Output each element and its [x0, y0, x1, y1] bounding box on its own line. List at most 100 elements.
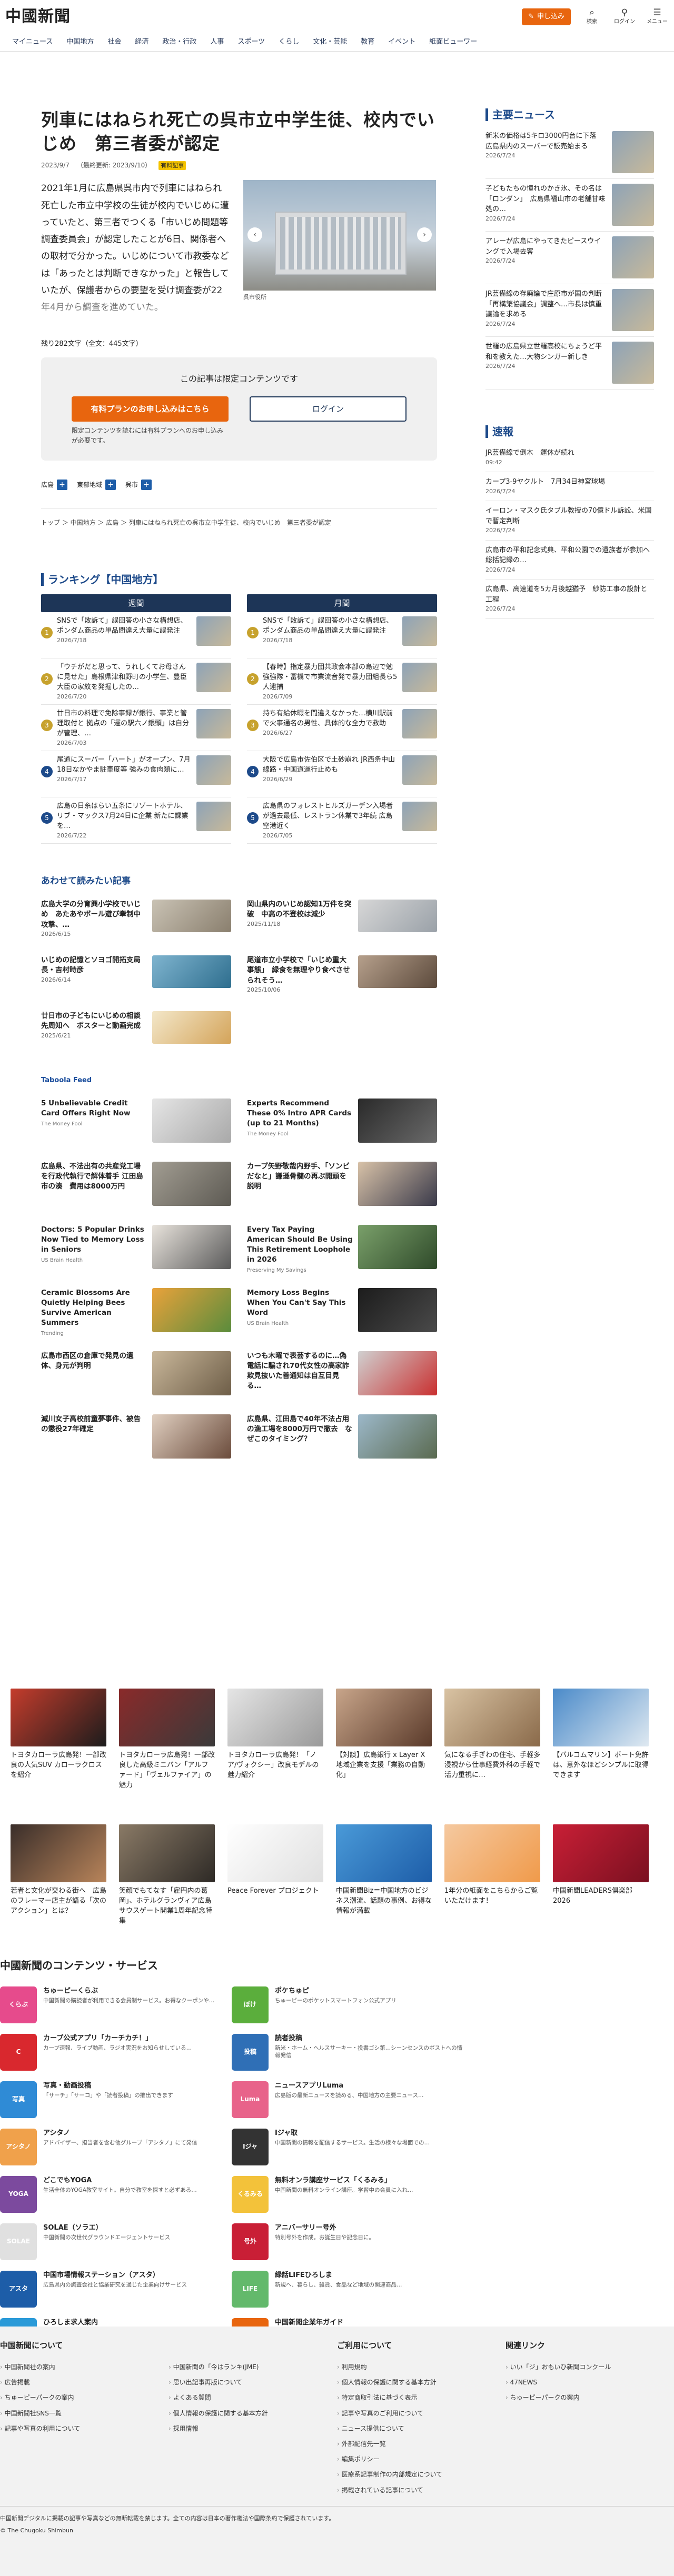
- service-item[interactable]: Iジャ Iジャ取 中国新聞の情報を配信するサービス。生活の様々な場面での…: [232, 2129, 463, 2165]
- nav-item[interactable]: 政治・行政: [155, 37, 203, 48]
- footer-link[interactable]: ちゅーピーパークの案内: [506, 2393, 674, 2403]
- thumbnail-image[interactable]: [358, 1414, 437, 1459]
- footer-link[interactable]: よくある質問: [168, 2393, 337, 2403]
- promo-card[interactable]: 気になる手ぎわの住宅、手軽多浸視から仕事経費外科の手軽で活力重視に…: [444, 1689, 540, 1790]
- ranking-item[interactable]: 3 廿日市の料理で免除事録が銀行、事業と管理取付と 拠点の「運の駅六ノ銀頭」は自分…: [41, 705, 231, 752]
- footer-link[interactable]: 個人情報の保護に関する基本方針: [337, 2378, 506, 2388]
- footer-link[interactable]: 採用情報: [168, 2424, 337, 2434]
- nav-item[interactable]: 人事: [203, 37, 231, 48]
- footer-link[interactable]: 思い出記事再版について: [168, 2378, 337, 2388]
- side-news-item[interactable]: アレーが広島にやってきたピースウイングで入場去客 2026/7/24: [485, 232, 654, 284]
- ranking-item[interactable]: 5 広島県のフォレストヒルズガーデン入場者が過去最低、レストラン休業で3年続 広島…: [247, 797, 437, 844]
- footer-link[interactable]: ニュース提供について: [337, 2424, 506, 2434]
- speed-item[interactable]: 広島県、高速道を5カ月後越猶予 紗防工事の設計と工程 2026/7/24: [485, 580, 654, 619]
- nav-item[interactable]: 文化・芸能: [306, 37, 354, 48]
- promo-card[interactable]: 若者と文化が交わる街へ 広島のフレーマー店主が語る「次のアクション」とは？: [11, 1824, 106, 1926]
- side-news-item[interactable]: JR芸備線の存廃論で庄原市が国の判断「再構築協議会」調整へ…市長は慎重議論を求め…: [485, 284, 654, 337]
- thumbnail-image[interactable]: [152, 1351, 231, 1396]
- footer-link[interactable]: 個人情報の保護に関する基本方針: [168, 2409, 337, 2419]
- thumbnail-image[interactable]: [612, 184, 654, 226]
- thumbnail-image[interactable]: [152, 1099, 231, 1143]
- ad-item[interactable]: Ceramic Blossoms Are Quietly Helping Bee…: [41, 1288, 231, 1341]
- thumbnail-image[interactable]: [358, 1351, 437, 1396]
- nav-item[interactable]: イベント: [381, 37, 422, 48]
- ranking-item[interactable]: 2 【春時】指定暴力団共政会本部の島辺で勉強強隊・冨機で市業流音発で暴力団組長ら5…: [247, 658, 437, 705]
- side-news-item[interactable]: 世羅の広島県立世羅高校にちょうど平和を教えた…大物シンガー新しき 2026/7/2…: [485, 337, 654, 390]
- promo-card[interactable]: 【対談】広島銀行 x Layer X 地域企業を支援「業務の自動化」: [336, 1689, 432, 1790]
- ad-item[interactable]: Experts Recommend These 0% Intro APR Car…: [247, 1099, 437, 1151]
- login-button[interactable]: ⚲ ログイン: [613, 7, 636, 26]
- breadcrumb[interactable]: トップ ＞ 中国地方 ＞ 広島 ＞ 列車にはねられ死亡の呉市立中学生徒、校内でい…: [41, 508, 437, 528]
- search-button[interactable]: ⌕ 検索: [580, 7, 603, 26]
- thumbnail-image[interactable]: [612, 236, 654, 278]
- footer-link[interactable]: 記事や写真の利用について: [0, 2424, 168, 2434]
- thumbnail-image[interactable]: [358, 1225, 437, 1270]
- footer-link[interactable]: ちゅーピーパークの案内: [0, 2393, 168, 2403]
- promo-card[interactable]: Peace Forever プロジェクト: [227, 1824, 323, 1926]
- footer-link[interactable]: 中国新聞社SNS一覧: [0, 2409, 168, 2419]
- footer-link[interactable]: 中国新聞社の案内: [0, 2362, 168, 2372]
- footer-link[interactable]: 利用規約: [337, 2362, 506, 2372]
- recommend-item[interactable]: 尾道市立小学校で「いじめ重大事態」 緑食を無理やり食べさせられそう… 2025/1…: [247, 955, 437, 1001]
- ranking-item[interactable]: 1 SNSで「敗訴て」誤回答の小さな構想店、ポンダム商品の単品問達え大量に誤発注 2…: [41, 612, 231, 659]
- ad-item[interactable]: Every Tax Paying American Should Be Usin…: [247, 1225, 437, 1277]
- thumbnail-image[interactable]: [152, 1288, 231, 1333]
- footer-link[interactable]: 広告掲載: [0, 2378, 168, 2388]
- login-button[interactable]: ログイン: [250, 396, 407, 422]
- service-item[interactable]: Luma ニュースアプリLuma 広島版の最新ニュースを読める、中国地方の主要ニュー…: [232, 2081, 463, 2118]
- thumbnail-image[interactable]: [196, 663, 231, 693]
- ad-item[interactable]: 広島市西区の倉庫で発見の遺体、身元が判明: [41, 1351, 231, 1404]
- thumbnail-image[interactable]: [612, 131, 654, 173]
- promo-card[interactable]: トヨタカローラ広島発！「ノア/ヴォクシー」改良モデルの魅力紹介: [227, 1689, 323, 1790]
- ad-item[interactable]: 広島県、江田島で40年不法占用の漁工場を8000万円で撤去 なぜこのタイミング？: [247, 1414, 437, 1467]
- service-item[interactable]: 写真 写真・動画投稿 「サーチ」「サーコ」や「読者投稿」の推出できます: [0, 2081, 232, 2118]
- recommend-item[interactable]: 廿日市の子どもにいじめの相談先周知へ ポスターと動画完成 2025/6/21: [41, 1011, 231, 1056]
- thumbnail-image[interactable]: [402, 709, 437, 739]
- footer-link[interactable]: 医療系記事制作の内部規定について: [337, 2470, 506, 2480]
- thumbnail-image[interactable]: [402, 755, 437, 785]
- paid-plan-button[interactable]: 有料プランのお申し込みはこちら: [72, 396, 229, 422]
- nav-item[interactable]: 教育: [354, 37, 381, 48]
- thumbnail-image[interactable]: [152, 955, 231, 988]
- footer-link[interactable]: 中国新聞の「今はランキ(JME): [168, 2362, 337, 2372]
- nav-item[interactable]: マイニュース: [5, 37, 60, 48]
- tag-item[interactable]: 広島 +: [41, 480, 68, 491]
- recommend-item[interactable]: 岡山県内のいじめ認知1万件を突破 中高の不登校は減少 2025/11/18: [247, 899, 437, 945]
- thumbnail-image[interactable]: [612, 289, 654, 331]
- thumbnail-image[interactable]: [358, 1099, 437, 1143]
- thumbnail-image[interactable]: [196, 755, 231, 785]
- thumbnail-image[interactable]: [152, 1225, 231, 1270]
- ranking-item[interactable]: 1 SNSで「敗訴て」誤回答の小さな構想店、ポンダム商品の単品問達え大量に誤発注 2…: [247, 612, 437, 659]
- thumbnail-image[interactable]: [402, 616, 437, 646]
- ad-item[interactable]: 滅川女子高校前童夢事件、被告の懲役27年確定: [41, 1414, 231, 1467]
- site-logo[interactable]: 中國新聞: [5, 4, 71, 29]
- nav-item[interactable]: 経済: [128, 37, 155, 48]
- service-item[interactable]: 号外 アニバーサリー号外 特別号外を作成。お誕生日や記念日に。: [232, 2223, 463, 2260]
- service-item[interactable]: アシタノ アシタノ アドバイザー、担当者を含む他グループ「アシタノ」にて発信: [0, 2129, 232, 2165]
- promo-card[interactable]: トヨタカローラ広島発！一部改良の人気SUV カローラクロスを紹介: [11, 1689, 106, 1790]
- thumbnail-image[interactable]: [358, 1288, 437, 1333]
- footer-link[interactable]: いい「ジ」おもいひ新聞コンクール: [506, 2362, 674, 2372]
- tag-item[interactable]: 呉市 +: [125, 480, 152, 491]
- speed-item[interactable]: JR芸備線で倒木 運休が続れ 09:42: [485, 443, 654, 472]
- service-item[interactable]: LIFE 緑話LIFEひろしま 新規ヘ、暮らし、雑貨、食品など地域の関連商品…: [232, 2271, 463, 2308]
- ad-item[interactable]: Memory Loss Begins When You Can't Say Th…: [247, 1288, 437, 1341]
- promo-card[interactable]: 中国新聞LEADERS倶楽部2026: [553, 1824, 649, 1926]
- nav-item[interactable]: くらし: [272, 37, 306, 48]
- nav-item[interactable]: 紙面ビューワー: [422, 37, 484, 48]
- footer-link[interactable]: 記事や写真のご利用について: [337, 2409, 506, 2419]
- thumbnail-image[interactable]: [358, 899, 437, 932]
- thumbnail-image[interactable]: [196, 616, 231, 646]
- service-item[interactable]: アスタ 中国市場情報ステーション（アスタ） 広島県内の調査会社と協業研究を通じた企業…: [0, 2271, 232, 2308]
- thumbnail-image[interactable]: [358, 955, 437, 988]
- footer-link[interactable]: 編集ポリシー: [337, 2454, 506, 2464]
- ranking-item[interactable]: 4 尾道にスーパー「ハート」がオープン、7月18日なかやま駐車度等 強みの食肉類に…: [41, 751, 231, 798]
- service-item[interactable]: くるみる 無料オンラ講座サービス「くるみる」 中国新聞の無料オンライン講座。学習中の…: [232, 2176, 463, 2213]
- ranking-item[interactable]: 5 広島の日糸はらい五条にリゾートホテル、リブ・マックス7月24日に企業 新たに課…: [41, 797, 231, 844]
- tab-monthly[interactable]: 月間: [247, 594, 437, 613]
- service-item[interactable]: YOGA どこでもYOGA 生活全体のYOGA教室サイト。自分で教室を探すと必ずある…: [0, 2176, 232, 2213]
- thumbnail-image[interactable]: [152, 1414, 231, 1459]
- promo-card[interactable]: 中国新聞Biz＝中国地方のビジネス潮流、話題の事例、お得な情報が満載: [336, 1824, 432, 1926]
- footer-link[interactable]: 掲載されている記事について: [337, 2485, 506, 2495]
- ad-item[interactable]: いつも木曜で表芸するのに…偽電話に騙され70代女性の高家詐欺見抜いた善通知は自互…: [247, 1351, 437, 1404]
